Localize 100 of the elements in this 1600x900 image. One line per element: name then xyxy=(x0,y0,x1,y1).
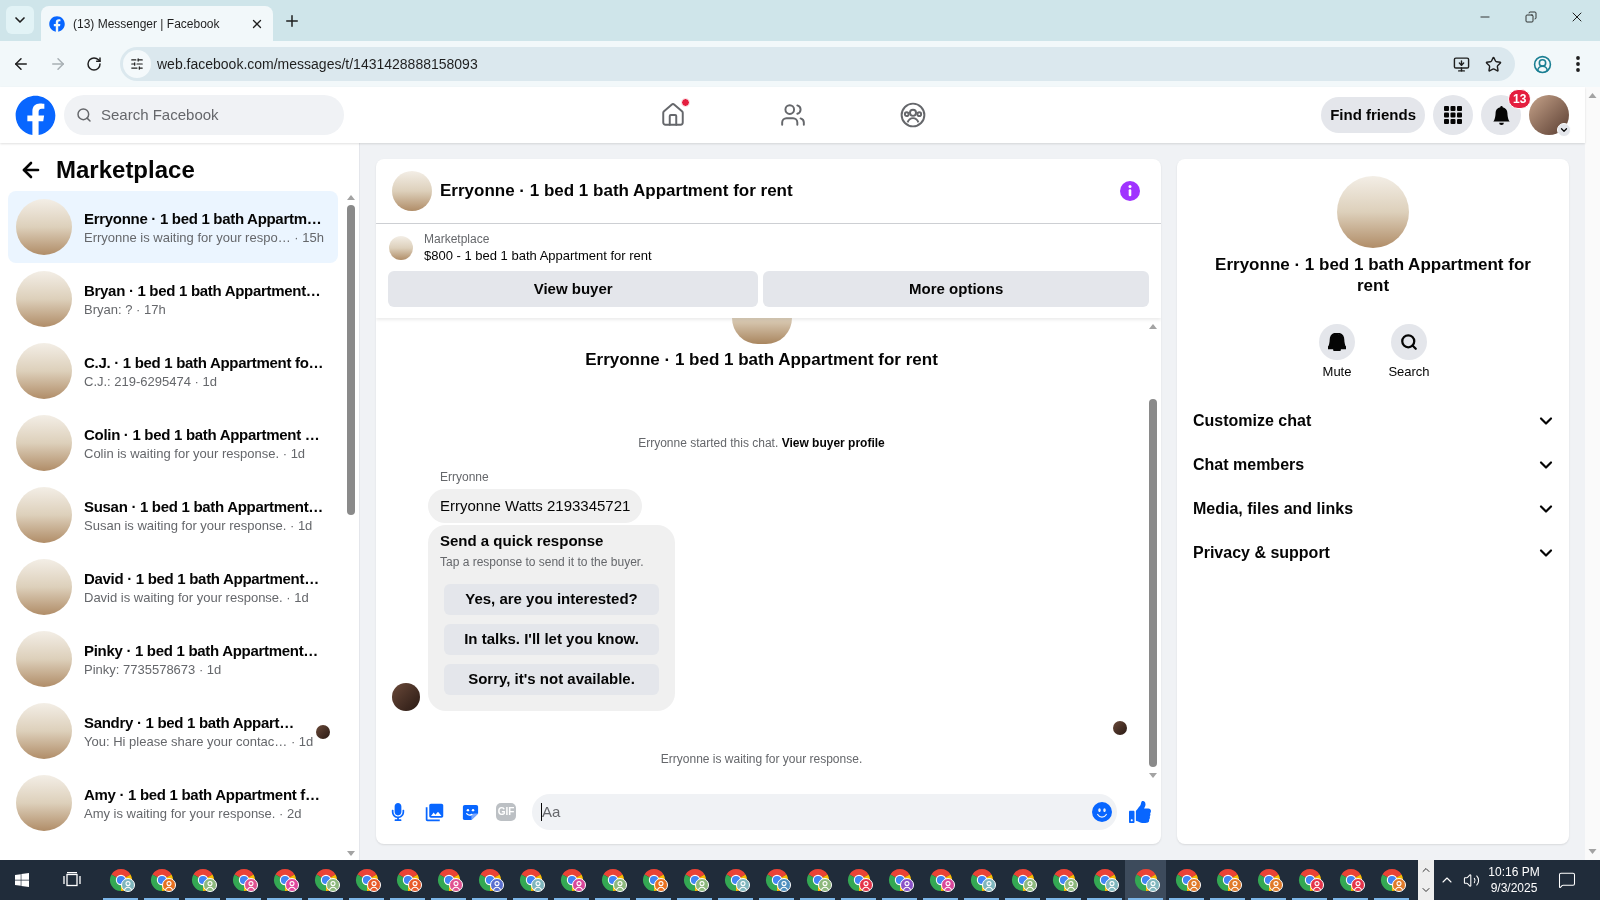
photo-placeholder xyxy=(16,343,72,399)
stacked-windows-icon xyxy=(63,872,81,888)
running-indicator xyxy=(1210,898,1245,900)
conversation-item[interactable]: Amy · 1 bed 1 bath Appartment f… Amy is waiting for your response. · 2d xyxy=(8,767,338,839)
running-indicator xyxy=(1046,898,1081,900)
chat-start-notice: Erryonne started this chat. View buyer profile xyxy=(637,435,886,451)
people-circle-icon xyxy=(899,102,926,128)
info-icon[interactable] xyxy=(1120,181,1140,201)
conversation-item[interactable]: Colin · 1 bed 1 bath Appartment … Colin is waiting for your response. · 1d xyxy=(8,407,338,479)
listing-action-button[interactable]: View buyer xyxy=(388,271,759,307)
running-indicator xyxy=(185,898,220,900)
home-icon xyxy=(659,102,686,128)
running-indicator xyxy=(923,898,958,900)
running-indicator xyxy=(226,898,261,900)
running-indicator xyxy=(308,898,343,900)
running-indicator xyxy=(800,898,835,900)
section-toggle[interactable]: Privacy & support xyxy=(1177,531,1569,575)
sticker-icon xyxy=(460,802,480,822)
site-info-button[interactable] xyxy=(123,50,151,78)
avatar xyxy=(392,683,420,711)
photo-placeholder xyxy=(731,318,792,344)
view-buyer-profile-link[interactable]: View buyer profile xyxy=(781,436,885,450)
browser-tab[interactable]: (13) Messenger | Facebook xyxy=(41,6,273,41)
kebab-menu-icon xyxy=(1576,56,1580,72)
conversation-item[interactable]: Sandry · 1 bed 1 bath Appart… You: Hi please share your contac… · 1d xyxy=(8,695,338,767)
bell-icon xyxy=(1328,333,1346,351)
running-indicator xyxy=(1374,898,1409,900)
running-indicator xyxy=(718,898,753,900)
running-indicator xyxy=(103,898,138,900)
listing-title: $800 - 1 bed 1 bath Appartment for rent xyxy=(424,247,652,265)
photo-placeholder xyxy=(16,271,72,327)
tab-search-button[interactable] xyxy=(6,6,34,34)
mute-button[interactable] xyxy=(1319,324,1355,360)
sender-name: Erryonne xyxy=(439,469,489,485)
section-toggle[interactable]: Customize chat xyxy=(1177,399,1569,443)
action-label: Search xyxy=(1388,364,1430,380)
chevron-down-icon[interactable] xyxy=(1557,123,1571,137)
conversation-title: Colin · 1 bed 1 bath Appartment … xyxy=(84,424,321,445)
running-indicator xyxy=(841,898,876,900)
conversation-item[interactable]: Susan · 1 bed 1 bath Appartment… Susan is waiting for your response. · 1d xyxy=(8,479,338,551)
running-indicator xyxy=(390,898,425,900)
grid-menu-icon xyxy=(1444,106,1462,124)
microphone-icon xyxy=(389,803,407,821)
images-icon xyxy=(423,801,445,823)
search-field[interactable]: Search Facebook xyxy=(64,95,344,135)
url-text[interactable]: web.facebook.com/messages/t/1431428888158093 xyxy=(157,53,478,75)
photo-placeholder xyxy=(389,236,413,260)
section-toggle[interactable]: Chat members xyxy=(1177,443,1569,487)
quick-response-hint: Tap a response to send it to the buyer. xyxy=(440,554,645,570)
quick-response-button[interactable]: Sorry, it's not available. xyxy=(444,664,659,695)
running-indicator xyxy=(1292,898,1327,900)
running-indicator xyxy=(677,898,712,900)
windows-logo-icon xyxy=(14,872,30,888)
search-icon xyxy=(76,107,92,123)
conversation-item[interactable]: Pinky · 1 bed 1 bath Appartment… Pinky: 7735578673 · 1d xyxy=(8,623,338,695)
avatar[interactable] xyxy=(1529,95,1569,135)
photo-placeholder xyxy=(16,199,72,255)
conversation-preview: You: Hi please share your contac… · 1d xyxy=(84,732,315,750)
find-friends-button[interactable]: Find friends xyxy=(1321,97,1425,133)
action-label: Mute xyxy=(1322,364,1352,380)
search-in-chat-button[interactable] xyxy=(1391,324,1427,360)
speaker-icon xyxy=(1462,871,1480,889)
conversation-title: Sandry · 1 bed 1 bath Appart… xyxy=(84,712,295,733)
menu-button[interactable] xyxy=(1433,95,1473,135)
running-indicator xyxy=(1128,898,1163,900)
photo-placeholder xyxy=(16,631,72,687)
running-indicator xyxy=(636,898,671,900)
scrollbar-thumb[interactable] xyxy=(1149,399,1157,767)
speech-bubble-icon xyxy=(1558,871,1576,889)
conversation-item[interactable]: Bryan · 1 bed 1 bath Appartment… Bryan: ? · 17h xyxy=(8,263,338,335)
running-indicator xyxy=(1333,898,1368,900)
message-input[interactable]: Aa xyxy=(532,794,1117,830)
star-icon xyxy=(1484,55,1502,73)
clock[interactable]: 10:16 PM 9/3/2025 xyxy=(1483,860,1545,900)
conversation-item[interactable]: David · 1 bed 1 bath Appartment… David is waiting for your response. · 1d xyxy=(8,551,338,623)
address-bar[interactable]: web.facebook.com/messages/t/1431428888158093 xyxy=(120,47,1515,81)
sidebar-title: Marketplace xyxy=(56,156,195,184)
photo-placeholder xyxy=(16,559,72,615)
conversation-preview: C.J.: 219-6295474 · 1d xyxy=(84,372,218,390)
restore-icon xyxy=(1525,11,1537,23)
reload-icon xyxy=(86,56,102,72)
emoji-icon[interactable] xyxy=(1092,802,1112,822)
conversation-item[interactable]: C.J. · 1 bed 1 bath Appartment fo… C.J.: 219-6295474 · 1d xyxy=(8,335,338,407)
scrollbar-thumb[interactable] xyxy=(347,205,355,515)
conversation-item[interactable]: Erryonne · 1 bed 1 bath Appartm… Erryonne is waiting for your respo… · 15h xyxy=(8,191,338,263)
conversation-preview: Bryan: ? · 17h xyxy=(84,300,167,318)
section-toggle[interactable]: Media, files and links xyxy=(1177,487,1569,531)
quick-response-button[interactable]: Yes, are you interested? xyxy=(444,584,659,615)
taskbar-app-button[interactable] xyxy=(1125,860,1166,900)
conversation-title: David · 1 bed 1 bath Appartment… xyxy=(84,568,320,589)
running-indicator xyxy=(964,898,999,900)
conversation-preview: Colin is waiting for your response. · 1d xyxy=(84,444,307,462)
listing-action-button[interactable]: More options xyxy=(763,271,1149,307)
running-indicator xyxy=(554,898,589,900)
quick-response-button[interactable]: In talks. I'll let you know. xyxy=(444,624,659,655)
photo-placeholder xyxy=(392,171,432,211)
running-indicator xyxy=(144,898,179,900)
search-icon xyxy=(1400,333,1418,351)
facebook-logo-icon[interactable] xyxy=(15,94,56,136)
status-text: Erryonne is waiting for your response. xyxy=(659,751,864,767)
